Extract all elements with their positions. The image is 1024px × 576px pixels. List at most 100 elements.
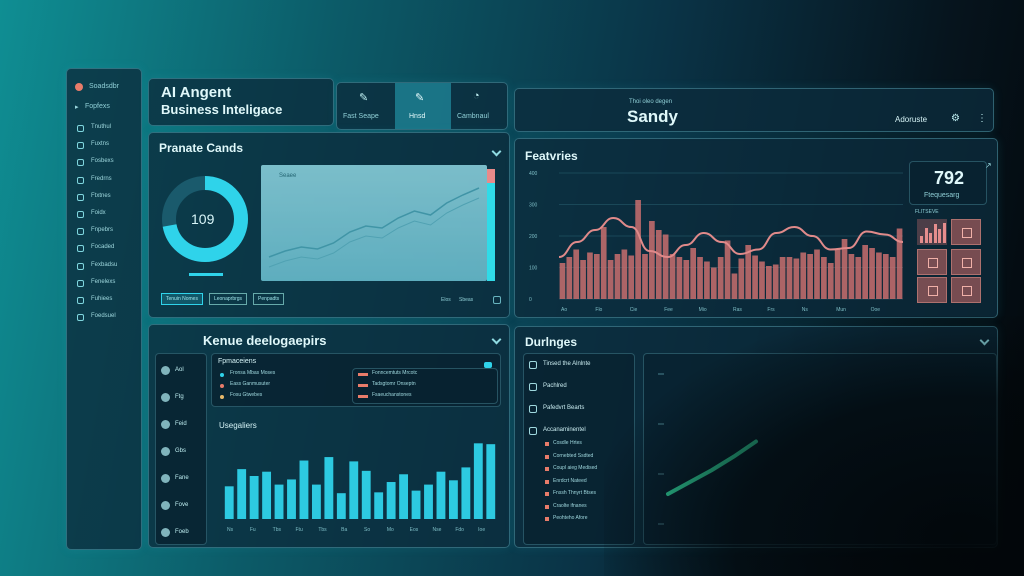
bar — [876, 252, 882, 299]
legend-chip[interactable]: Penpadts — [253, 293, 285, 305]
bar — [738, 258, 745, 299]
bar — [669, 254, 676, 299]
bar — [386, 482, 396, 519]
props-list-item[interactable]: Fsaeuchanstones — [358, 392, 488, 401]
sidebar-item[interactable]: Fredrns — [77, 175, 137, 187]
sidebar-item[interactable]: Fuxtns — [77, 140, 137, 152]
props-list-label: Tadsgtomr Onseptn — [372, 381, 416, 387]
bar — [249, 476, 259, 519]
legend-chip[interactable]: Tenuin Nomes — [161, 293, 203, 305]
mini-bar — [929, 232, 932, 243]
settings-menu-item[interactable]: Tinsed the Alnlnte — [529, 359, 633, 373]
bullet-bar — [358, 384, 368, 387]
settings-sub-item[interactable]: Craolte ifnanes — [545, 502, 631, 512]
scroll-thumb[interactable] — [487, 169, 495, 183]
sidebar-item[interactable]: Fexbadsu — [77, 261, 137, 273]
sidebar-title: Soadsdbr — [89, 83, 119, 90]
props-list-item[interactable]: Tadsgtomr Onseptn — [358, 381, 488, 390]
props-list-item[interactable]: Fosu Gtwebes — [220, 392, 350, 401]
sidebar-item[interactable]: Fuhiees — [77, 295, 137, 307]
stat-tile[interactable] — [917, 277, 947, 303]
donut-caption-bar — [189, 273, 223, 276]
sidebar-item[interactable]: Fenelexs — [77, 278, 137, 290]
menu-item-icon — [529, 361, 537, 369]
sub-item-label: Enrdcrt Nateed — [553, 477, 587, 484]
bullet-icon — [545, 467, 549, 471]
stat-tile[interactable] — [917, 249, 947, 275]
settings-menu-item[interactable]: Pafedvrt Bearts — [529, 403, 633, 417]
sidebar-item-label: Fosbexs — [91, 158, 114, 165]
props-list-label: Fosu Gtwebes — [230, 392, 263, 398]
stat-tile[interactable] — [951, 219, 981, 245]
sidebar-item[interactable]: Ftxtnes — [77, 192, 137, 204]
bar — [580, 260, 586, 299]
app-title-line1: AI Angent — [161, 84, 232, 101]
user-role-label[interactable]: Adoruste — [895, 115, 927, 124]
bar — [237, 469, 247, 519]
settings-sub-item[interactable]: Cosdle Hrtes — [545, 439, 631, 449]
chevron-down-icon[interactable] — [491, 334, 502, 345]
sidebar-item[interactable]: Fnpebrs — [77, 226, 137, 238]
device-item[interactable]: Ftg — [161, 392, 201, 406]
props-title: Fpmaceiens — [218, 358, 257, 365]
bar — [786, 257, 793, 299]
features-bar-chart: 400 300 200 100 0 Ao Flo Cie Fee Mio Ras Frs Ns Mun Oo… — [529, 171, 904, 313]
props-list-item[interactable]: Eass Ganmusuter — [220, 381, 350, 390]
sidebar-top-item[interactable]: Fopfexs — [85, 103, 110, 110]
props-panel: Fpmaceiens Fronsa Mbas Moses Eass Ganmusu… — [211, 353, 501, 407]
device-item[interactable]: Gbs — [161, 446, 201, 460]
x-tick-label: Eos — [410, 527, 419, 533]
sidebar-item[interactable]: Tnuthul — [77, 123, 137, 135]
sidebar-item[interactable]: Focaded — [77, 243, 137, 255]
stat-tile[interactable] — [951, 249, 981, 275]
toggle-icon[interactable] — [484, 362, 492, 368]
tab-cambnaul[interactable]: ◔ Cambnaul — [451, 83, 509, 129]
settings-sub-item[interactable]: Cornebted Ssdted — [545, 452, 631, 462]
tab-fast-seape[interactable]: ✎ Fast Seape — [337, 83, 395, 129]
tab-hnsd[interactable]: ✎ Hnsd — [395, 83, 451, 129]
settings-sub-item[interactable]: Coupl aieg Medised — [545, 464, 631, 474]
card-overview: Pranate Cands 109 Seaee Tenuin Nomes Leo… — [148, 132, 510, 318]
bullet-icon — [220, 384, 224, 388]
device-label: Fane — [175, 475, 189, 481]
settings-sub-item[interactable]: Enrdcrt Nateed — [545, 477, 631, 487]
bar — [759, 261, 765, 299]
device-item[interactable]: Foeb — [161, 527, 201, 541]
mini-bar-tile[interactable] — [917, 219, 947, 245]
settings-sub-item[interactable]: Peohteho Afore — [545, 514, 631, 524]
bar — [573, 249, 580, 299]
chevron-down-icon[interactable] — [979, 335, 990, 346]
x-tick-label: Tbs — [318, 527, 327, 533]
sidebar-item[interactable]: Fosbexs — [77, 157, 137, 169]
settings-gear-icon[interactable]: ⚙ — [951, 113, 960, 124]
device-icon — [161, 501, 170, 510]
expand-icon[interactable]: ↗ — [985, 161, 992, 170]
more-menu-icon[interactable]: ⋮ — [977, 113, 987, 124]
sidebar-item-label: Fenelexs — [91, 278, 116, 285]
device-item[interactable]: Fove — [161, 500, 201, 514]
props-list-item[interactable]: Fronsa Mbas Moses — [220, 370, 350, 379]
settings-sub-item[interactable]: Fnssh Thnyrt Btses — [545, 489, 631, 499]
sidebar-item-icon — [77, 193, 84, 201]
bar — [411, 490, 421, 519]
export-icon[interactable] — [493, 296, 501, 304]
x-tick-label: Ba — [341, 527, 347, 533]
x-tick-label: Fdo — [455, 527, 464, 533]
bullet-icon — [545, 479, 549, 484]
settings-menu-item[interactable]: Pachlred — [529, 381, 633, 395]
bar — [324, 457, 334, 519]
scroll-bar[interactable] — [487, 169, 495, 281]
sidebar-item[interactable]: Foidx — [77, 209, 137, 221]
stat-tile[interactable] — [951, 277, 981, 303]
device-item[interactable]: Aol — [161, 365, 201, 379]
bar — [566, 257, 573, 299]
props-list-item[interactable]: Fonncemtuts Mrcotc — [358, 370, 488, 379]
settings-menu-item[interactable]: Accanaminentel — [529, 425, 633, 439]
sidebar-item[interactable]: Foedsuel — [77, 312, 137, 324]
device-item[interactable]: Fane — [161, 473, 201, 487]
device-item[interactable]: Feid — [161, 419, 201, 433]
chevron-down-icon[interactable] — [491, 146, 502, 157]
kpi-value: 792 — [934, 168, 965, 188]
sidebar-collapse-icon[interactable]: ▸ — [75, 103, 79, 111]
legend-chip[interactable]: Leonaprbrgs — [208, 293, 248, 305]
